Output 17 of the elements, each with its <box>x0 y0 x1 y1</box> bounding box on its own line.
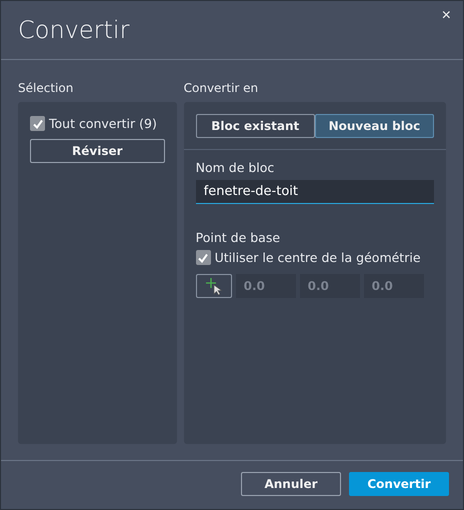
cancel-button[interactable]: Annuler <box>241 472 341 496</box>
checkbox-label: Tout convertir (9) <box>49 116 157 131</box>
section-heading: Convertir en <box>184 81 260 96</box>
field-label: Point de base <box>196 230 282 245</box>
pick-point-button[interactable] <box>196 274 232 298</box>
checkbox[interactable] <box>196 250 211 265</box>
tab[interactable]: Nouveau bloc <box>314 114 434 138</box>
close-button[interactable]: × <box>440 7 453 25</box>
checkbox-label: Utiliser le centre de la géométrie <box>214 250 421 265</box>
crosshair-cursor-icon <box>204 277 223 295</box>
field-label: Nom de bloc <box>196 160 276 175</box>
tab[interactable]: Bloc existant <box>196 114 315 138</box>
checkbox[interactable] <box>30 116 45 131</box>
window-title: Convertir <box>18 16 130 44</box>
review-button[interactable]: Réviser <box>30 139 165 163</box>
section-heading: Sélection <box>18 81 74 96</box>
block-name-field[interactable]: fenetre-de-toit <box>196 180 434 204</box>
